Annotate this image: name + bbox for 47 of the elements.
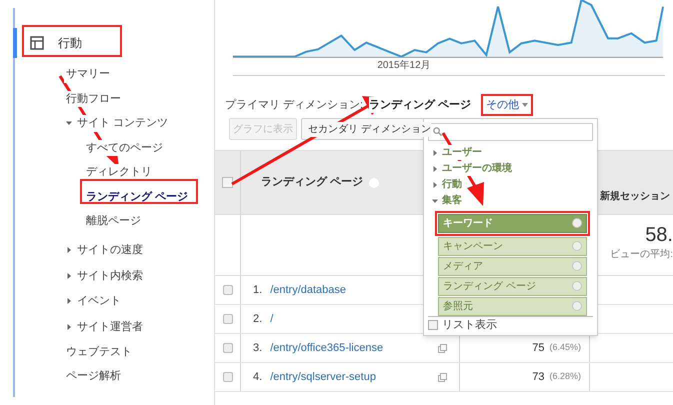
sidebar-item[interactable]: サイト内検索	[75, 268, 145, 284]
sidebar-item[interactable]: 行動フロー	[64, 90, 123, 107]
row-number: 1.	[253, 282, 262, 298]
sidebar-item[interactable]: サマリー	[64, 66, 112, 82]
percent-share: (6.45%)	[549, 341, 581, 354]
row-number: 4.	[253, 370, 262, 385]
row-checkbox[interactable]	[222, 343, 232, 353]
row-checkbox[interactable]	[222, 372, 232, 382]
page-link[interactable]: /	[270, 310, 274, 328]
menu-group[interactable]: 行動	[442, 177, 462, 192]
percent-share: (6.28%)	[549, 370, 581, 384]
row-checkbox[interactable]	[222, 314, 232, 324]
page-link[interactable]: /entry/office365-license	[270, 340, 384, 356]
list-view-checkbox[interactable]	[428, 320, 438, 330]
select-all-checkbox[interactable]	[222, 177, 233, 188]
menu-option[interactable]: キャンペーン	[438, 236, 587, 256]
caret-icon	[522, 103, 528, 107]
column-header[interactable]: ランディング ページ	[261, 174, 364, 191]
sidebar-item[interactable]: サイト運営者	[75, 318, 145, 335]
dimension-label: プライマリ ディメンション:	[225, 98, 364, 113]
dimension-value: ランディング ページ	[369, 96, 472, 114]
open-page-icon[interactable]	[438, 344, 447, 352]
axis-label: 2015年12月	[377, 59, 431, 73]
search-field[interactable]	[428, 123, 593, 140]
summary-value: 58.	[645, 223, 673, 247]
list-view-label: リスト表示	[442, 318, 497, 332]
open-page-icon[interactable]	[438, 372, 447, 382]
page-link[interactable]: /entry/sqlserver-setup	[270, 368, 376, 386]
sidebar-section[interactable]: 行動	[58, 34, 82, 52]
menu-option[interactable]: メディア	[438, 256, 587, 276]
menu-group[interactable]: ユーザー	[442, 145, 482, 160]
layout-icon	[30, 36, 44, 50]
summary-caption: ビューの平均:	[610, 248, 673, 262]
menu-option[interactable]: ランディング ページ	[438, 276, 587, 296]
column-header[interactable]: 新規セッション	[600, 189, 670, 204]
sidebar-item[interactable]: すべてのページ	[84, 140, 165, 156]
row-number: 2.	[253, 312, 262, 327]
menu-option[interactable]: 参照元	[438, 296, 587, 316]
row-checkbox[interactable]	[222, 285, 232, 295]
menu-group[interactable]: ユーザーの環境	[442, 161, 512, 176]
row-number: 3.	[253, 340, 262, 356]
search-icon	[433, 127, 442, 136]
table-cell-text: 73	[532, 370, 544, 385]
help-icon	[572, 218, 582, 228]
page-link[interactable]: /entry/database	[270, 282, 346, 298]
other-dimension-link[interactable]: その他	[486, 96, 528, 114]
table-cell-text: 75	[532, 340, 544, 356]
